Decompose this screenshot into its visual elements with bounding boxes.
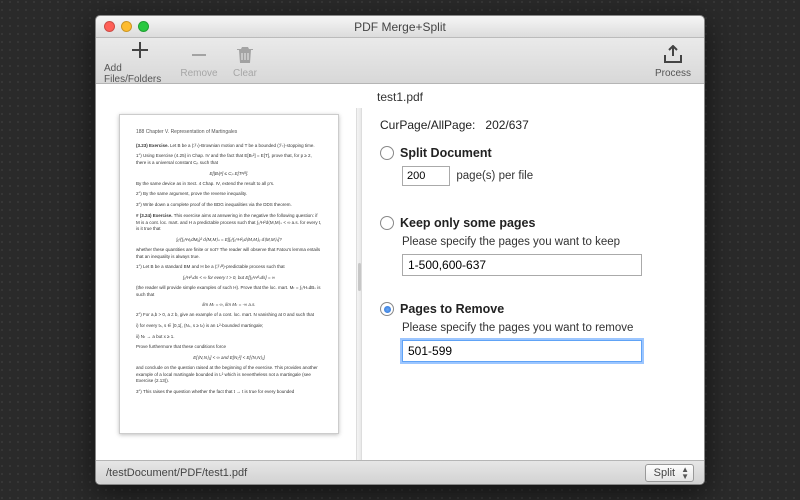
statusbar: /testDocument/PDF/test1.pdf Split ▲▼: [96, 460, 704, 484]
window-title: PDF Merge+Split: [96, 20, 704, 34]
split-pages-input[interactable]: [402, 166, 450, 186]
page-info: CurPage/AllPage: 202/637: [380, 118, 686, 132]
pane-divider[interactable]: [356, 108, 362, 460]
process-button[interactable]: Process: [650, 42, 696, 79]
remove-pages-input[interactable]: [402, 340, 642, 362]
split-suffix: page(s) per file: [456, 170, 533, 182]
preview-column: 188 Chapter V. Representation of Marting…: [96, 108, 356, 460]
radio-split[interactable]: [380, 146, 394, 160]
toolbar-label: Remove: [180, 68, 217, 79]
close-button[interactable]: [104, 21, 115, 32]
titlebar[interactable]: PDF Merge+Split: [96, 16, 704, 38]
keep-pages-input[interactable]: [402, 254, 642, 276]
option-remove[interactable]: Pages to Remove: [380, 302, 686, 316]
radio-keep[interactable]: [380, 216, 394, 230]
page-info-label: CurPage/AllPage:: [380, 118, 475, 132]
chevron-updown-icon: ▲▼: [681, 466, 689, 480]
file-path: /testDocument/PDF/test1.pdf: [106, 467, 247, 479]
toolbar-label: Clear: [233, 68, 257, 79]
add-files-button[interactable]: Add Files/Folders: [104, 37, 176, 85]
toolbar-label: Process: [655, 68, 691, 79]
trash-icon: [236, 42, 254, 68]
clear-button[interactable]: Clear: [222, 42, 268, 79]
traffic-lights: [104, 21, 149, 32]
remove-hint: Please specify the pages you want to rem…: [402, 322, 686, 334]
option-split-label: Split Document: [400, 146, 492, 160]
minus-icon: [189, 42, 209, 68]
toolbar: Add Files/Folders Remove Clear Process: [96, 38, 704, 84]
radio-remove[interactable]: [380, 302, 394, 316]
option-split[interactable]: Split Document: [380, 146, 686, 160]
minimize-button[interactable]: [121, 21, 132, 32]
option-remove-label: Pages to Remove: [400, 302, 504, 316]
action-select-value: Split: [654, 467, 675, 479]
app-window: PDF Merge+Split Add Files/Folders Remove…: [95, 15, 705, 485]
page-info-value: 202/637: [485, 118, 528, 132]
plus-icon: [130, 37, 150, 63]
export-icon: [662, 42, 684, 68]
action-select[interactable]: Split ▲▼: [645, 464, 694, 482]
content-area: test1.pdf 188 Chapter V. Representation …: [96, 84, 704, 460]
option-keep-label: Keep only some pages: [400, 216, 535, 230]
toolbar-label: Add Files/Folders: [104, 63, 176, 85]
current-filename: test1.pdf: [96, 84, 704, 108]
options-column: CurPage/AllPage: 202/637 Split Document …: [362, 108, 704, 460]
zoom-button[interactable]: [138, 21, 149, 32]
remove-button[interactable]: Remove: [176, 42, 222, 79]
keep-hint: Please specify the pages you want to kee…: [402, 236, 686, 248]
option-keep[interactable]: Keep only some pages: [380, 216, 686, 230]
page-thumbnail[interactable]: 188 Chapter V. Representation of Marting…: [119, 114, 339, 434]
